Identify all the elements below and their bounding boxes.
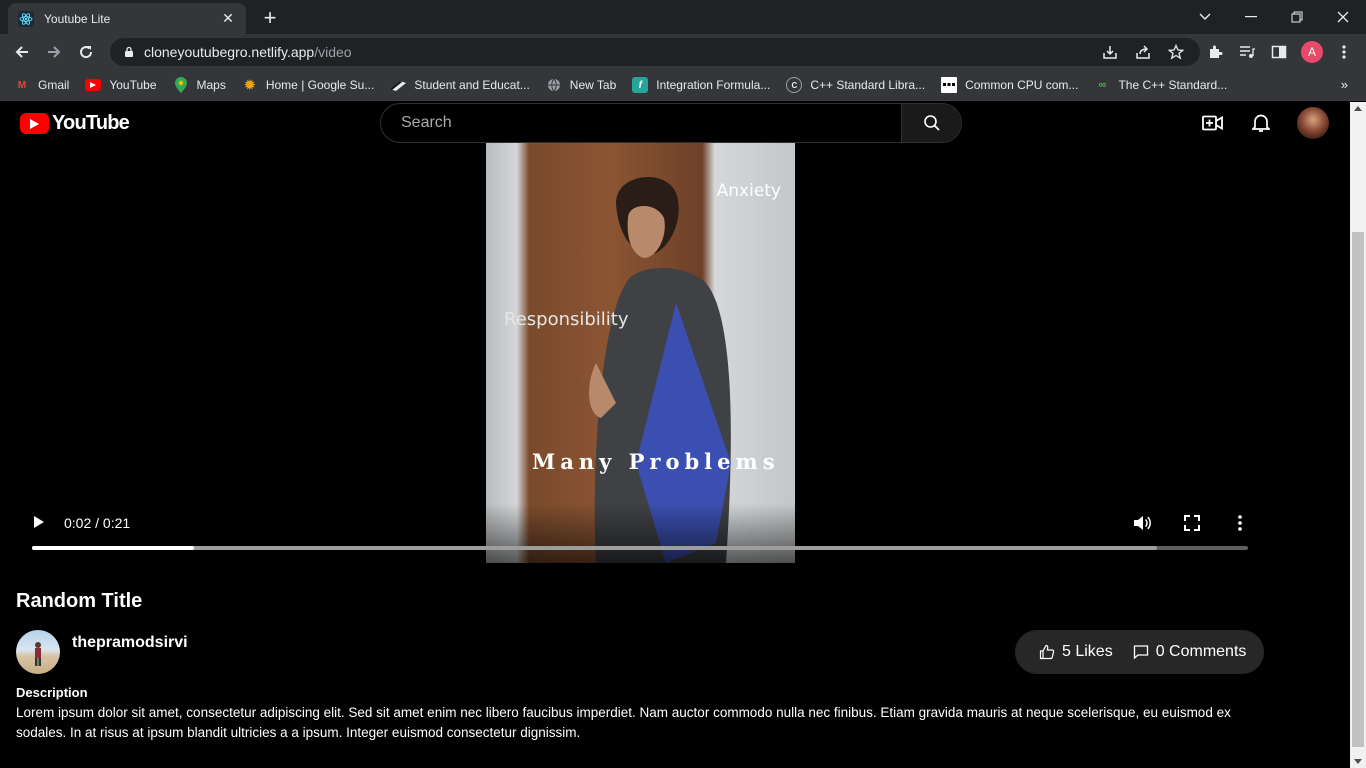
buffered-bar [32,546,1157,550]
search-input[interactable] [381,104,901,142]
menu-kebab-icon[interactable] [1332,40,1356,64]
video-title: Random Title [16,590,143,612]
minimize-icon[interactable] [1228,0,1274,34]
create-video-icon[interactable] [1201,111,1225,135]
side-panel-icon[interactable] [1267,40,1291,64]
video-more-icon[interactable] [1230,513,1250,538]
like-count: 5 Likes [1062,643,1113,660]
url-text: cloneyoutubegro.netlify.app/video [144,44,352,60]
bookmark-cpu[interactable]: Common CPU com... [941,77,1078,93]
close-window-icon[interactable] [1320,0,1366,34]
cpp-icon: C [786,77,803,93]
search-button[interactable] [901,104,961,142]
student-icon [390,77,407,93]
bookmark-google-suite[interactable]: ✹ Home | Google Su... [242,77,375,94]
thumbs-up-icon [1039,644,1055,660]
comments-button[interactable]: 0 Comments [1133,643,1247,661]
channel-name[interactable]: thepramodsirvi [72,634,188,652]
description-heading: Description [16,685,88,700]
engagement-bar: 5 Likes 0 Comments [1015,630,1264,674]
overlay-text-responsibility: Responsibility [504,309,629,330]
share-icon[interactable] [1131,40,1155,64]
cpp-standard-icon: ∞ [1098,79,1107,91]
globe-icon [546,77,562,93]
video-frame: Anxiety Responsibility Many Problems [486,143,795,563]
tab-search-icon[interactable] [1182,0,1228,34]
reload-icon[interactable] [74,40,98,64]
search-bar [380,103,962,143]
react-icon [18,10,34,27]
browser-toolbar: cloneyoutubegro.netlify.app/video A [0,34,1366,70]
extensions-icon[interactable] [1203,40,1227,64]
back-icon[interactable] [10,40,34,64]
user-avatar[interactable] [1297,107,1329,139]
overlay-text-many-problems: Many Problems [532,449,780,474]
scroll-down-arrow-icon[interactable] [1354,759,1362,764]
restore-icon[interactable] [1274,0,1320,34]
youtube-play-icon [20,113,49,134]
scrollbar-thumb[interactable] [1352,232,1364,747]
video-player[interactable]: Anxiety Responsibility Many Problems 0:0… [16,143,1264,563]
install-icon[interactable] [1098,40,1122,64]
bookmark-student[interactable]: Student and Educat... [390,77,530,93]
channel-avatar[interactable] [16,630,60,674]
comment-count: 0 Comments [1155,643,1247,660]
youtube-logo[interactable]: YouTube [20,112,130,135]
bookmarks-bar: M Gmail YouTube Maps ✹ Home | Google Su.… [0,70,1366,101]
browser-tab-bar: Youtube Lite ✕ + [0,0,1366,34]
scroll-up-arrow-icon[interactable] [1354,106,1362,111]
new-tab-icon[interactable]: + [256,4,284,32]
lock-icon [125,46,133,57]
bookmark-cpp-standard[interactable]: ∞ The C++ Standard... [1094,77,1228,93]
overlay-text-anxiety: Anxiety [716,181,781,201]
page-content: YouTube Anxiety Responsibility Many Prob… [0,102,1350,768]
bookmark-cpp-library[interactable]: C C++ Standard Libra... [786,77,925,93]
description-text: Lorem ipsum dolor sit amet, consectetur … [16,705,1231,740]
gmail-icon: M [17,79,27,91]
integration-icon: f [632,77,649,93]
bookmark-gmail[interactable]: M Gmail [14,77,70,93]
forward-icon[interactable] [42,40,66,64]
bookmarks-overflow-icon[interactable]: » [1341,77,1348,92]
volume-icon[interactable] [1132,513,1152,538]
bookmark-youtube[interactable]: YouTube [85,78,157,92]
comment-icon [1133,645,1148,660]
like-button[interactable]: 5 Likes [1039,643,1113,661]
page-scrollbar[interactable] [1350,102,1366,768]
tab-title: Youtube Lite [44,11,111,26]
google-suite-icon: ✹ [243,77,257,94]
media-controls-icon[interactable] [1235,40,1259,64]
bookmark-maps[interactable]: Maps [173,77,226,93]
fullscreen-icon[interactable] [1182,513,1202,538]
profile-avatar[interactable]: A [1300,40,1324,64]
cpu-icon [941,77,958,93]
play-icon[interactable] [32,515,48,531]
video-progress-bar[interactable] [32,546,1248,550]
tab-close-icon[interactable]: ✕ [220,10,236,27]
bell-icon[interactable] [1249,111,1273,135]
youtube-icon [85,79,102,91]
bookmark-new-tab[interactable]: New Tab [546,77,616,93]
search-icon [923,115,940,131]
video-controls: 0:02 / 0:21 [16,503,1264,563]
bookmark-integration[interactable]: f Integration Formula... [632,77,770,93]
played-bar [32,546,194,550]
bookmark-star-icon[interactable] [1164,40,1188,64]
browser-tab[interactable]: Youtube Lite ✕ [8,3,246,34]
maps-icon [173,77,189,93]
video-time: 0:02 / 0:21 [64,515,131,531]
address-bar[interactable]: cloneyoutubegro.netlify.app/video [110,38,1200,66]
logo-text: YouTube [52,112,130,134]
